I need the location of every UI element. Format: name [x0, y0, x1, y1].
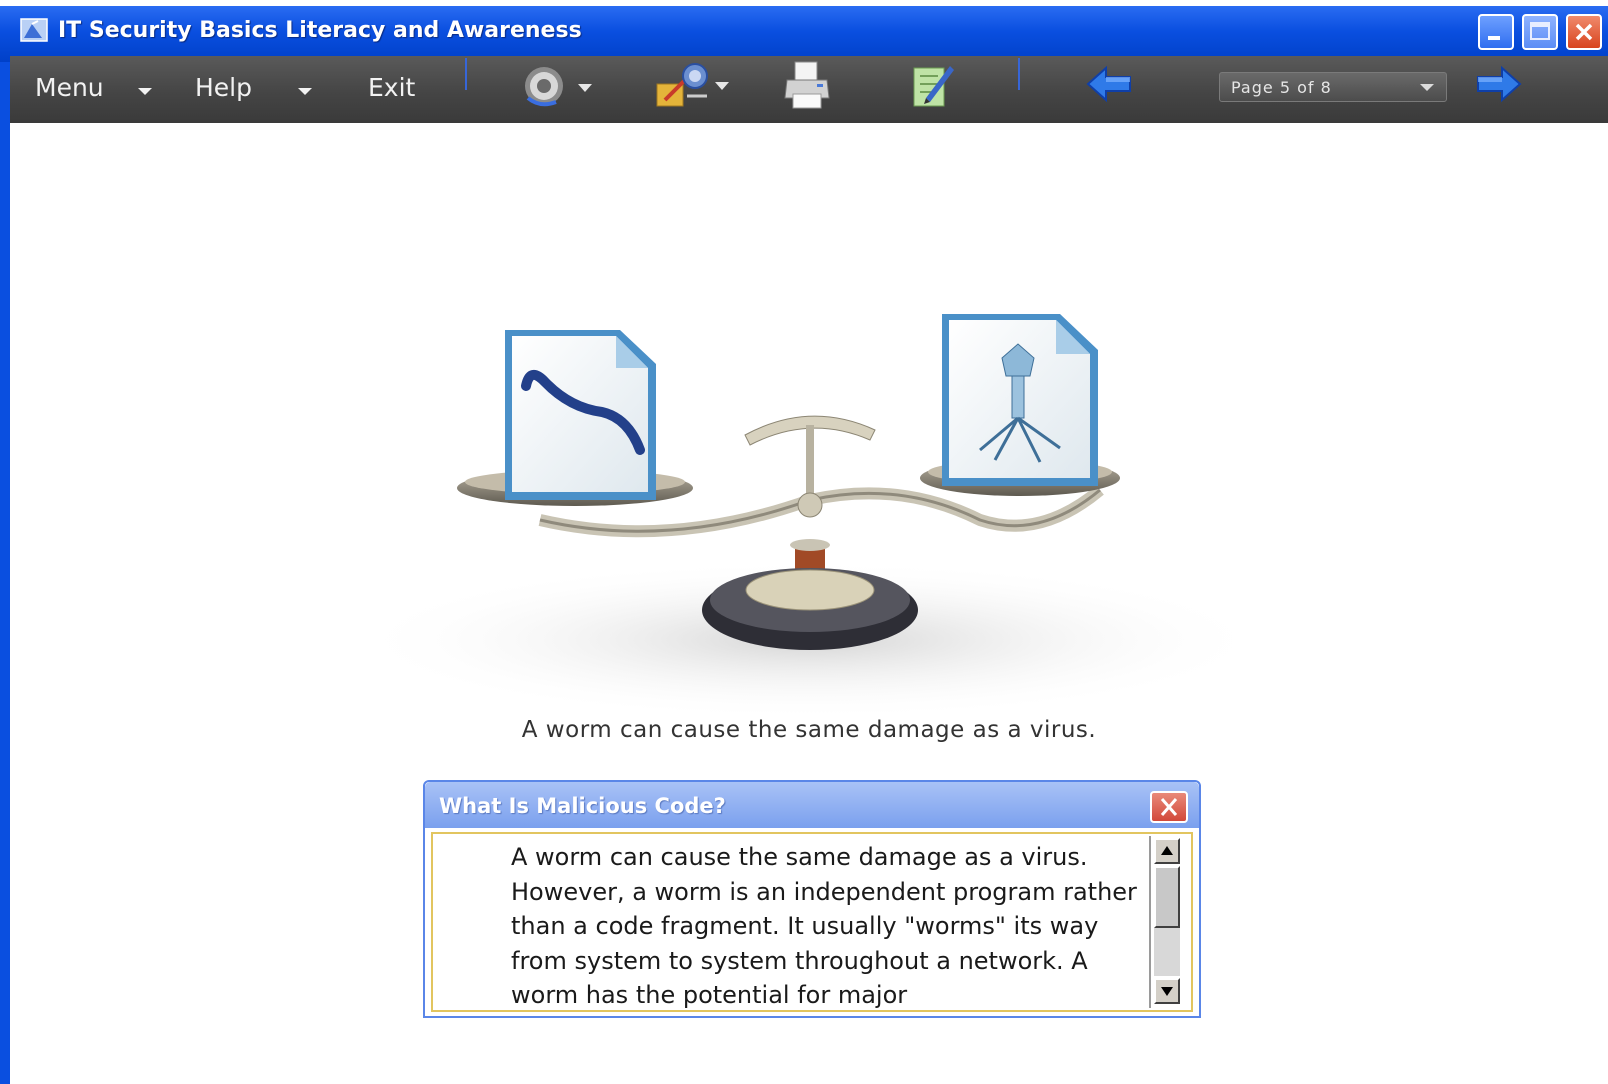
popup-title: What Is Malicious Code? — [439, 794, 726, 818]
close-icon — [1160, 798, 1178, 816]
slide-caption: A worm can cause the same damage as a vi… — [521, 717, 1097, 743]
info-popup: What Is Malicious Code? A worm can cause… — [423, 780, 1201, 1018]
notes-icon[interactable] — [910, 60, 956, 112]
scroll-up-button[interactable] — [1154, 838, 1180, 864]
window-title: IT Security Basics Literacy and Awarenes… — [58, 18, 582, 43]
audio-icon[interactable] — [520, 62, 594, 112]
down-arrow-icon — [1161, 987, 1173, 996]
close-window-button[interactable] — [1566, 14, 1602, 50]
chevron-down-icon — [1420, 84, 1434, 91]
help-dropdown-icon[interactable] — [298, 88, 312, 95]
minimize-icon — [1488, 36, 1500, 40]
close-icon — [1575, 23, 1593, 41]
help-button[interactable]: Help — [195, 73, 252, 102]
back-arrow-icon[interactable] — [1084, 64, 1134, 104]
exit-button[interactable]: Exit — [368, 73, 415, 102]
maximize-icon — [1530, 22, 1550, 40]
toolbar: Menu Help Exit Page 5 of 8 — [10, 56, 1608, 123]
minimize-button[interactable] — [1478, 14, 1514, 50]
toolbar-separator — [1018, 58, 1020, 90]
glossary-icon[interactable] — [651, 60, 733, 112]
popup-text: A worm can cause the same damage as a vi… — [511, 843, 1137, 1009]
up-arrow-icon — [1161, 846, 1173, 855]
print-icon[interactable] — [783, 60, 833, 112]
popup-body: A worm can cause the same damage as a vi… — [431, 832, 1193, 1012]
app-icon — [20, 18, 48, 42]
popup-close-button[interactable] — [1150, 791, 1188, 823]
forward-arrow-icon[interactable] — [1474, 64, 1524, 104]
maximize-button[interactable] — [1522, 14, 1558, 50]
window-left-border — [0, 62, 10, 1084]
popup-header: What Is Malicious Code? — [425, 782, 1199, 828]
menu-button[interactable]: Menu — [35, 73, 104, 102]
scroll-thumb[interactable] — [1154, 866, 1180, 928]
menu-dropdown-icon[interactable] — [138, 88, 152, 95]
window-title-bar: IT Security Basics Literacy and Awarenes… — [0, 0, 1608, 62]
toolbar-separator — [465, 58, 467, 90]
page-selector-dropdown[interactable]: Page 5 of 8 — [1219, 72, 1447, 102]
popup-scrollbar[interactable] — [1149, 836, 1183, 1008]
worm-virus-scale-illustration — [350, 314, 1270, 720]
page-selector-value: Page 5 of 8 — [1231, 78, 1332, 97]
scroll-down-button[interactable] — [1154, 978, 1180, 1004]
